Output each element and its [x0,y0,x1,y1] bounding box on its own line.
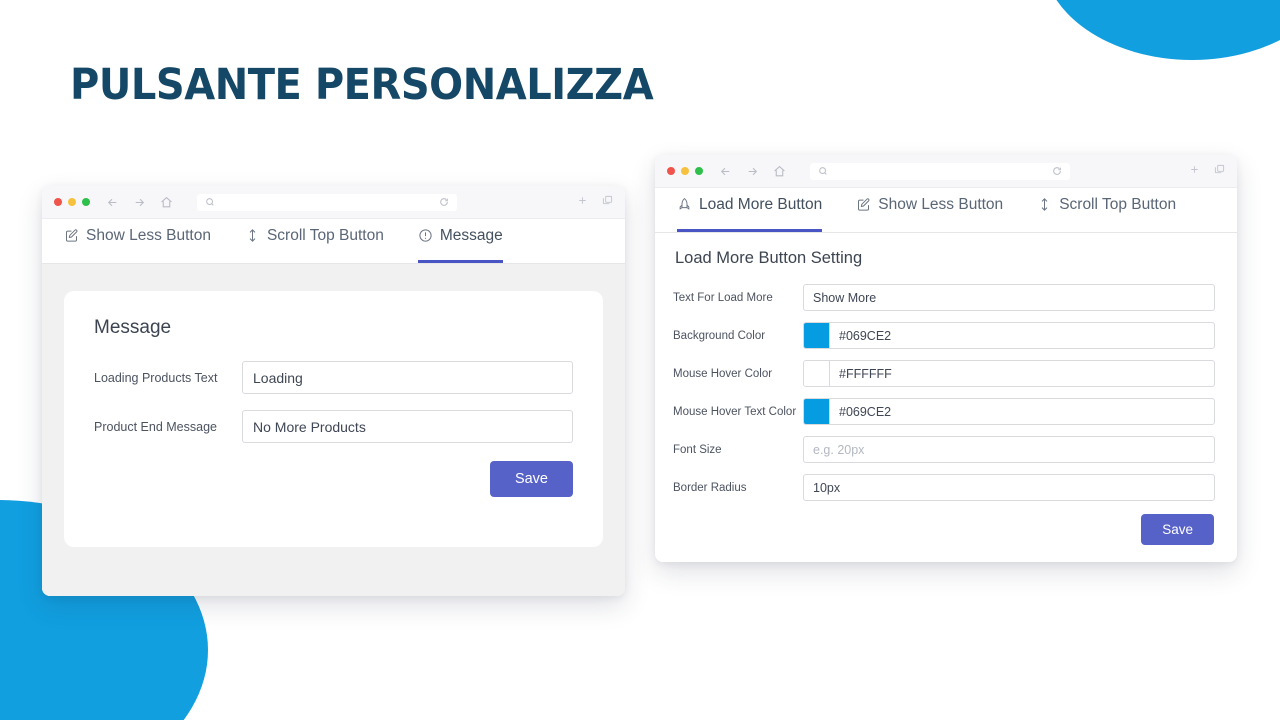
field-label: Background Color [673,329,766,342]
tab-scroll-top-button[interactable]: Scroll Top Button [245,219,384,263]
tab-label: Scroll Top Button [266,226,384,244]
left-tab-bar: Show Less Button Scroll Top Button Messa… [42,219,625,264]
right-save-row: Save [673,514,1215,545]
panel-title: Load More Button Setting [675,249,863,267]
tab-scroll-top-button[interactable]: Scroll Top Button [1037,188,1176,232]
field-container [803,398,1215,425]
forward-arrow-icon[interactable] [133,196,146,209]
field-container [803,436,1215,463]
new-tab-icon[interactable] [1189,162,1200,180]
maximize-dot-icon[interactable] [82,198,90,206]
vertical-arrows-icon [245,228,260,243]
vertical-arrows-icon [1037,197,1052,212]
browser-nav-icons [106,196,173,209]
field-container [803,360,1215,387]
field-label: Font Size [673,443,722,456]
product-end-message-input[interactable] [242,410,573,443]
minimize-dot-icon[interactable] [68,198,76,206]
page-title: PULSANTE PERSONALIZZA [70,60,654,110]
field-row-background-color: Background Color [673,322,1215,349]
field-container [803,284,1215,311]
home-icon[interactable] [160,196,173,209]
message-settings-card: Message Loading Products Text Product En… [64,291,603,547]
field-label: Loading Products Text [94,370,218,385]
right-tab-bar: Load More Button Show Less Button Scroll… [655,188,1237,233]
edit-square-icon [64,228,79,243]
save-button[interactable]: Save [1141,514,1214,545]
reload-icon[interactable] [1052,166,1062,176]
field-row-product-end-message: Product End Message [94,410,573,443]
left-save-row: Save [94,461,573,497]
left-address-bar[interactable] [197,193,457,211]
left-browser-window: Show Less Button Scroll Top Button Messa… [42,186,625,596]
reload-icon[interactable] [439,197,449,207]
search-icon [205,197,215,207]
decorative-blue-circle-top-right [1042,0,1280,60]
field-row-font-size: Font Size [673,436,1215,463]
back-arrow-icon[interactable] [106,196,119,209]
field-label: Text For Load More [673,291,773,304]
background-color-input[interactable] [830,323,1214,348]
font-size-input[interactable] [804,437,1214,462]
tab-label: Load More Button [699,195,823,213]
right-address-bar[interactable] [810,162,1070,180]
tab-label: Scroll Top Button [1059,195,1177,213]
mouse-hover-color-swatch[interactable] [804,361,830,386]
window-traffic-lights [667,167,703,175]
left-browser-chrome [42,186,625,219]
close-dot-icon[interactable] [54,198,62,206]
browser-nav-icons [719,165,786,178]
field-label: Product End Message [94,419,217,434]
left-chrome-right-icons [565,193,613,211]
field-row-loading-products-text: Loading Products Text [94,361,573,394]
save-button[interactable]: Save [489,461,573,497]
field-label: Mouse Hover Text Color [673,405,797,418]
field-row-mouse-hover-text-color: Mouse Hover Text Color [673,398,1215,425]
tab-label: Show Less Button [86,226,211,244]
right-window-content: Load More Button Setting Text For Load M… [655,233,1237,562]
background-color-swatch[interactable] [804,323,830,348]
field-row-text-for-load-more: Text For Load More [673,284,1215,311]
screenshot-canvas: PULSANTE PERSONALIZZA Show Less Button S… [0,0,1280,720]
border-radius-input[interactable] [804,475,1214,500]
field-label: Border Radius [673,481,747,494]
window-traffic-lights [54,198,90,206]
back-arrow-icon[interactable] [719,165,732,178]
text-for-load-more-input[interactable] [804,285,1214,310]
copy-tabs-icon[interactable] [1214,162,1225,180]
maximize-dot-icon[interactable] [695,167,703,175]
left-window-content: Message Loading Products Text Product En… [42,264,625,596]
tab-show-less-button[interactable]: Show Less Button [64,219,211,263]
tab-label: Show Less Button [878,195,1004,213]
load-more-icon [677,197,692,212]
home-icon[interactable] [773,165,786,178]
tab-label: Message [439,226,503,244]
right-browser-chrome [655,155,1237,188]
field-label: Mouse Hover Color [673,367,773,380]
search-icon [818,166,828,176]
forward-arrow-icon[interactable] [746,165,759,178]
mouse-hover-color-input[interactable] [830,361,1214,386]
mouse-hover-text-color-input[interactable] [830,399,1214,424]
tab-load-more-button[interactable]: Load More Button [677,188,823,232]
mouse-hover-text-color-swatch[interactable] [804,399,830,424]
right-browser-window: Load More Button Show Less Button Scroll… [655,155,1237,562]
new-tab-icon[interactable] [577,193,588,211]
edit-square-icon [856,197,871,212]
loading-products-text-input[interactable] [242,361,573,394]
tab-show-less-button[interactable]: Show Less Button [856,188,1003,232]
copy-tabs-icon[interactable] [602,193,613,211]
card-title: Message [94,317,172,338]
field-row-border-radius: Border Radius [673,474,1215,501]
minimize-dot-icon[interactable] [681,167,689,175]
field-container [803,322,1215,349]
alert-circle-icon [418,228,433,243]
right-chrome-right-icons [1177,162,1225,180]
close-dot-icon[interactable] [667,167,675,175]
field-container [803,474,1215,501]
tab-message[interactable]: Message [417,219,503,263]
field-row-mouse-hover-color: Mouse Hover Color [673,360,1215,387]
